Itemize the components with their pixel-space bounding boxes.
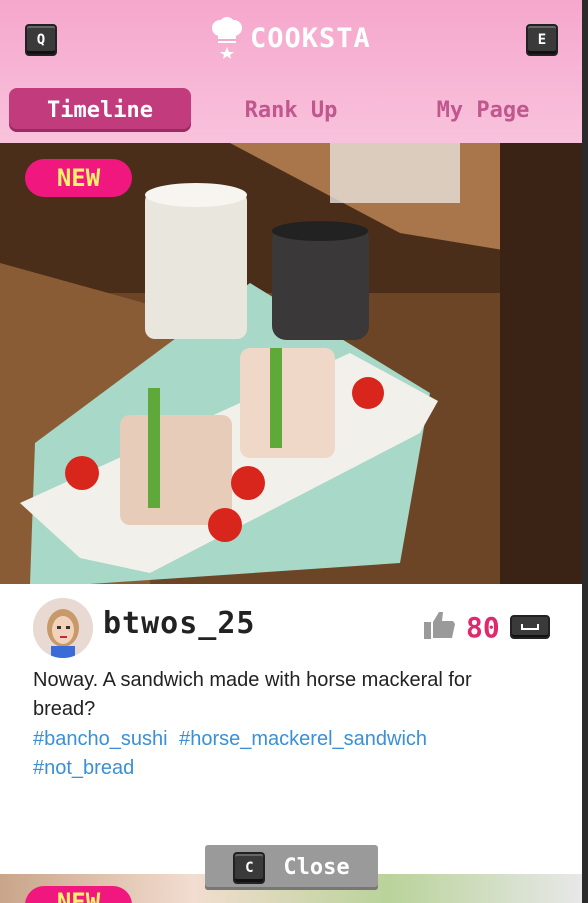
- new-badge: NEW: [25, 159, 132, 197]
- post-photo[interactable]: NEW: [0, 143, 582, 584]
- like-area[interactable]: 80: [424, 610, 550, 644]
- cooksta-app: Q COOKSTA E Timeline Rank Up My Page NEW…: [0, 0, 582, 903]
- username[interactable]: btwos_25: [103, 606, 256, 641]
- tab-left-key[interactable]: Q: [25, 24, 57, 56]
- close-button[interactable]: C Close: [205, 845, 378, 890]
- close-label: Close: [283, 855, 350, 880]
- avatar[interactable]: [33, 598, 93, 658]
- window-edge: [582, 0, 588, 903]
- post-caption: Noway. A sandwich made with horse macker…: [33, 669, 472, 720]
- header: Q COOKSTA E Timeline Rank Up My Page: [0, 0, 582, 143]
- spacebar-key-icon[interactable]: [509, 615, 550, 639]
- like-count: 80: [466, 610, 500, 644]
- close-key: C: [233, 851, 266, 884]
- hashtag-not-bread[interactable]: #not_bread: [33, 757, 134, 779]
- thumbs-up-icon[interactable]: [424, 610, 456, 644]
- app-logo: COOKSTA: [210, 16, 371, 60]
- tab-my-page[interactable]: My Page: [392, 88, 574, 132]
- post-details: btwos_25 80 Noway. A sandwich made with …: [0, 584, 582, 874]
- hashtag-horse-mackerel-sandwich[interactable]: #horse_mackerel_sandwich: [179, 728, 427, 750]
- app-name: COOKSTA: [250, 22, 371, 54]
- tab-bar: Timeline Rank Up My Page: [0, 88, 582, 134]
- tab-rank-up[interactable]: Rank Up: [200, 88, 382, 132]
- hashtag-bancho-sushi[interactable]: #bancho_sushi: [33, 728, 168, 750]
- sandwich-photo-illustration: [0, 143, 582, 584]
- chef-hat-icon: [210, 17, 244, 59]
- hashtags: #bancho_sushi #horse_mackerel_sandwich #…: [33, 725, 533, 783]
- next-new-badge: NEW: [25, 886, 132, 903]
- tab-timeline[interactable]: Timeline: [9, 88, 191, 132]
- tab-right-key[interactable]: E: [526, 24, 558, 56]
